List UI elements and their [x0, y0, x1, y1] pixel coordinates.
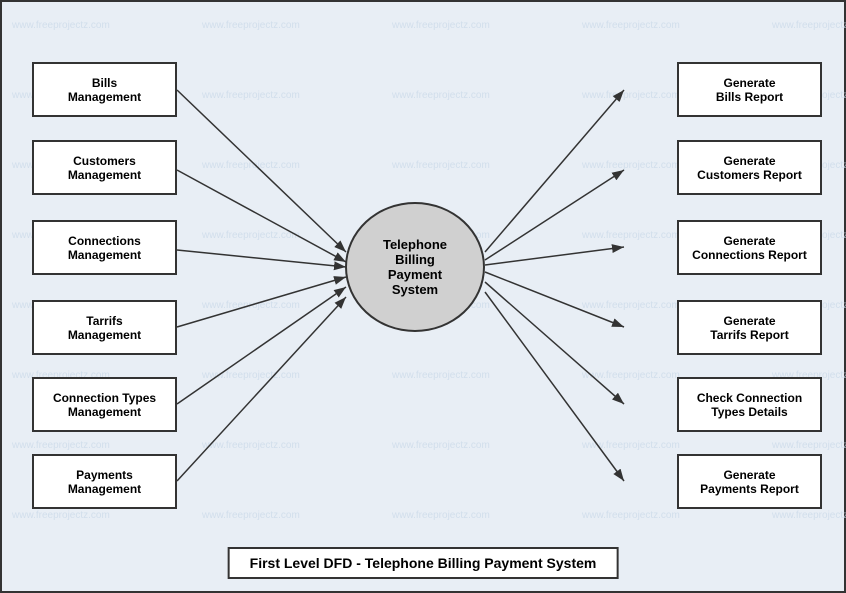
- connections-management-box: ConnectionsManagement: [32, 220, 177, 275]
- check-connection-types-box: Check ConnectionTypes Details: [677, 377, 822, 432]
- gen-tarrifs-report-label: GenerateTarrifs Report: [710, 314, 788, 342]
- caption-label: First Level DFD - Telephone Billing Paym…: [250, 555, 597, 571]
- gen-customers-report-label: GenerateCustomers Report: [697, 154, 802, 182]
- gen-connections-report-label: GenerateConnections Report: [692, 234, 807, 262]
- center-ellipse: Telephone Billing Payment System: [345, 202, 485, 332]
- tarrifs-management-box: TarrifsManagement: [32, 300, 177, 355]
- bills-management-label: BillsManagement: [68, 76, 141, 104]
- arrow-customers-to-center: [177, 170, 346, 262]
- connections-management-label: ConnectionsManagement: [68, 234, 141, 262]
- center-label: Telephone Billing Payment System: [383, 237, 447, 297]
- arrow-tarrifs-to-center: [177, 277, 346, 327]
- gen-tarrifs-report-box: GenerateTarrifs Report: [677, 300, 822, 355]
- gen-payments-report-label: GeneratePayments Report: [700, 468, 799, 496]
- gen-bills-report-label: GenerateBills Report: [716, 76, 783, 104]
- arrow-bills-to-center: [177, 90, 346, 252]
- connection-types-management-box: Connection TypesManagement: [32, 377, 177, 432]
- gen-bills-report-box: GenerateBills Report: [677, 62, 822, 117]
- connection-types-management-label: Connection TypesManagement: [53, 391, 156, 419]
- arrow-connections-to-center: [177, 250, 346, 267]
- gen-payments-report-box: GeneratePayments Report: [677, 454, 822, 509]
- payments-management-box: PaymentsManagement: [32, 454, 177, 509]
- check-connection-types-label: Check ConnectionTypes Details: [697, 391, 802, 419]
- gen-customers-report-box: GenerateCustomers Report: [677, 140, 822, 195]
- payments-management-label: PaymentsManagement: [68, 468, 141, 496]
- customers-management-label: CustomersManagement: [68, 154, 141, 182]
- gen-connections-report-box: GenerateConnections Report: [677, 220, 822, 275]
- tarrifs-management-label: TarrifsManagement: [68, 314, 141, 342]
- diagram-caption: First Level DFD - Telephone Billing Paym…: [228, 547, 619, 579]
- diagram-wrapper: www.freeprojectz.com www.freeprojectz.co…: [0, 0, 846, 593]
- arrow-payments-to-center: [177, 297, 346, 481]
- arrow-connection-types-to-center: [177, 287, 346, 404]
- arrow-center-to-bills-report: [485, 90, 624, 252]
- bills-management-box: BillsManagement: [32, 62, 177, 117]
- arrow-center-to-customers-report: [485, 170, 624, 260]
- arrow-center-to-connections-report: [485, 247, 624, 265]
- customers-management-box: CustomersManagement: [32, 140, 177, 195]
